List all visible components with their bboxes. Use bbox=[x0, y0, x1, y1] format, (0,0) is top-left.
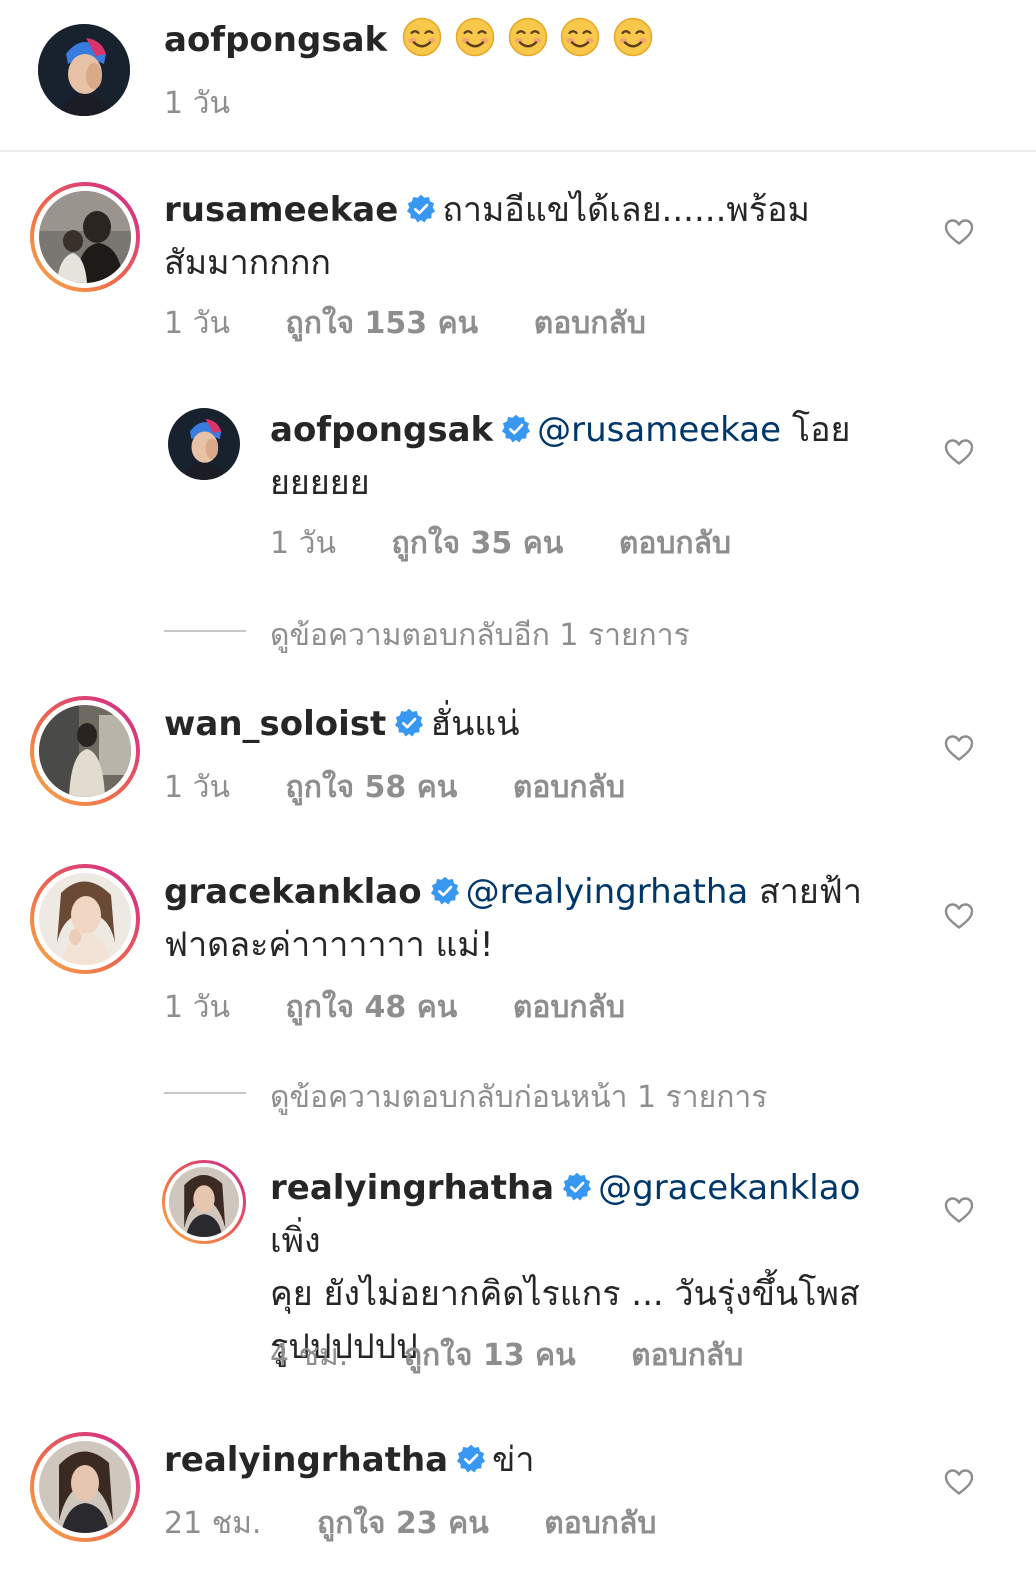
likes-count[interactable]: ถูกใจ 58 คน bbox=[286, 764, 458, 811]
reply-button[interactable]: ตอบกลับ bbox=[534, 300, 646, 347]
likes-count[interactable]: ถูกใจ 23 คน bbox=[317, 1500, 489, 1547]
comment-username[interactable]: rusameekae bbox=[164, 190, 398, 230]
comment-text: ข่า bbox=[492, 1440, 535, 1480]
smiling-face-emoji-icon bbox=[455, 17, 495, 57]
comment-username[interactable]: wan_soloist bbox=[164, 704, 386, 744]
caption-emojis bbox=[398, 20, 653, 60]
comment-text: ยยยยย bbox=[270, 463, 370, 503]
comment-text: ฟาดละค่าาาาาาา แม่! bbox=[164, 925, 494, 965]
avatar[interactable] bbox=[168, 408, 240, 480]
avatar[interactable] bbox=[38, 24, 130, 116]
comment-timestamp: 4 ชม. bbox=[270, 1338, 349, 1373]
verified-badge-icon bbox=[406, 194, 436, 224]
comment-timestamp: 21 ชม. bbox=[164, 1506, 262, 1541]
view-previous-replies-label[interactable]: ดูข้อความตอบกลับก่อนหน้า 1 รายการ bbox=[270, 1074, 767, 1121]
smiling-face-emoji-icon bbox=[560, 17, 600, 57]
avatar-photo bbox=[168, 408, 240, 480]
comment-username[interactable]: gracekanklao bbox=[164, 872, 422, 912]
comment-username[interactable]: realyingrhatha bbox=[270, 1168, 554, 1208]
caption-timestamp: 1 วัน bbox=[164, 86, 230, 121]
smiling-face-emoji-icon bbox=[613, 17, 653, 57]
avatar-photo bbox=[39, 873, 131, 965]
avatar-photo bbox=[169, 1167, 239, 1237]
verified-badge-icon bbox=[430, 876, 460, 906]
smiling-face-emoji-icon bbox=[402, 17, 442, 57]
comment-timestamp: 1 วัน bbox=[164, 770, 230, 805]
heart-icon[interactable] bbox=[944, 734, 974, 762]
likes-count[interactable]: ถูกใจ 13 คน bbox=[404, 1332, 576, 1379]
comment-text: สายฟ้า bbox=[748, 872, 862, 912]
reply-button[interactable]: ตอบกลับ bbox=[513, 984, 625, 1031]
heart-icon[interactable] bbox=[944, 1196, 974, 1224]
likes-count[interactable]: ถูกใจ 35 คน bbox=[392, 520, 564, 567]
divider bbox=[0, 150, 1036, 152]
reply-button[interactable]: ตอบกลับ bbox=[513, 764, 625, 811]
comment-timestamp: 1 วัน bbox=[270, 526, 336, 561]
likes-count[interactable]: ถูกใจ 153 คน bbox=[286, 300, 479, 347]
avatar-photo bbox=[38, 24, 130, 116]
avatar[interactable] bbox=[39, 873, 131, 965]
mention-link[interactable]: @gracekanklao bbox=[598, 1168, 860, 1208]
verified-badge-icon bbox=[394, 708, 424, 738]
post-caption: aofpongsak 1 วัน bbox=[0, 0, 1036, 150]
avatar-photo bbox=[39, 1441, 131, 1533]
comment-text: โอย bbox=[781, 410, 851, 450]
heart-icon[interactable] bbox=[944, 902, 974, 930]
heart-icon[interactable] bbox=[944, 1468, 974, 1496]
heart-icon[interactable] bbox=[944, 438, 974, 466]
comment-timestamp: 1 วัน bbox=[164, 306, 230, 341]
avatar-photo bbox=[39, 191, 131, 283]
smiling-face-emoji-icon bbox=[508, 17, 548, 57]
reply-button[interactable]: ตอบกลับ bbox=[544, 1500, 656, 1547]
heart-icon[interactable] bbox=[944, 218, 974, 246]
avatar[interactable] bbox=[39, 705, 131, 797]
verified-badge-icon bbox=[562, 1172, 592, 1202]
comment-username[interactable]: realyingrhatha bbox=[164, 1440, 448, 1480]
comment-text: ถามอีแขได้เลย......พร้อม bbox=[442, 190, 810, 230]
reply-button[interactable]: ตอบกลับ bbox=[631, 1332, 743, 1379]
divider-line bbox=[164, 1092, 246, 1094]
comment-username[interactable]: aofpongsak bbox=[270, 410, 493, 450]
comment-text: ฮั่นแน่ bbox=[430, 704, 520, 744]
comment-text: สัมมากกกก bbox=[164, 243, 332, 283]
likes-count[interactable]: ถูกใจ 48 คน bbox=[286, 984, 458, 1031]
avatar[interactable] bbox=[39, 191, 131, 283]
avatar[interactable] bbox=[39, 1441, 131, 1533]
reply-button[interactable]: ตอบกลับ bbox=[619, 520, 731, 567]
mention-link[interactable]: @rusameekae bbox=[537, 410, 781, 450]
view-more-replies-label[interactable]: ดูข้อความตอบกลับอีก 1 รายการ bbox=[270, 612, 690, 659]
divider-line bbox=[164, 630, 246, 632]
avatar-photo bbox=[39, 705, 131, 797]
verified-badge-icon bbox=[456, 1444, 486, 1474]
avatar[interactable] bbox=[169, 1167, 239, 1237]
comment-timestamp: 1 วัน bbox=[164, 990, 230, 1025]
mention-link[interactable]: @realyingrhatha bbox=[466, 872, 749, 912]
comment-text: เพิ่ง bbox=[270, 1221, 321, 1261]
comment-text: คุย ยังไม่อยากคิดไรแกร ... วันรุ่งขึ้นโพ… bbox=[270, 1274, 860, 1314]
caption-username[interactable]: aofpongsak bbox=[164, 20, 387, 60]
verified-badge-icon bbox=[501, 414, 531, 444]
